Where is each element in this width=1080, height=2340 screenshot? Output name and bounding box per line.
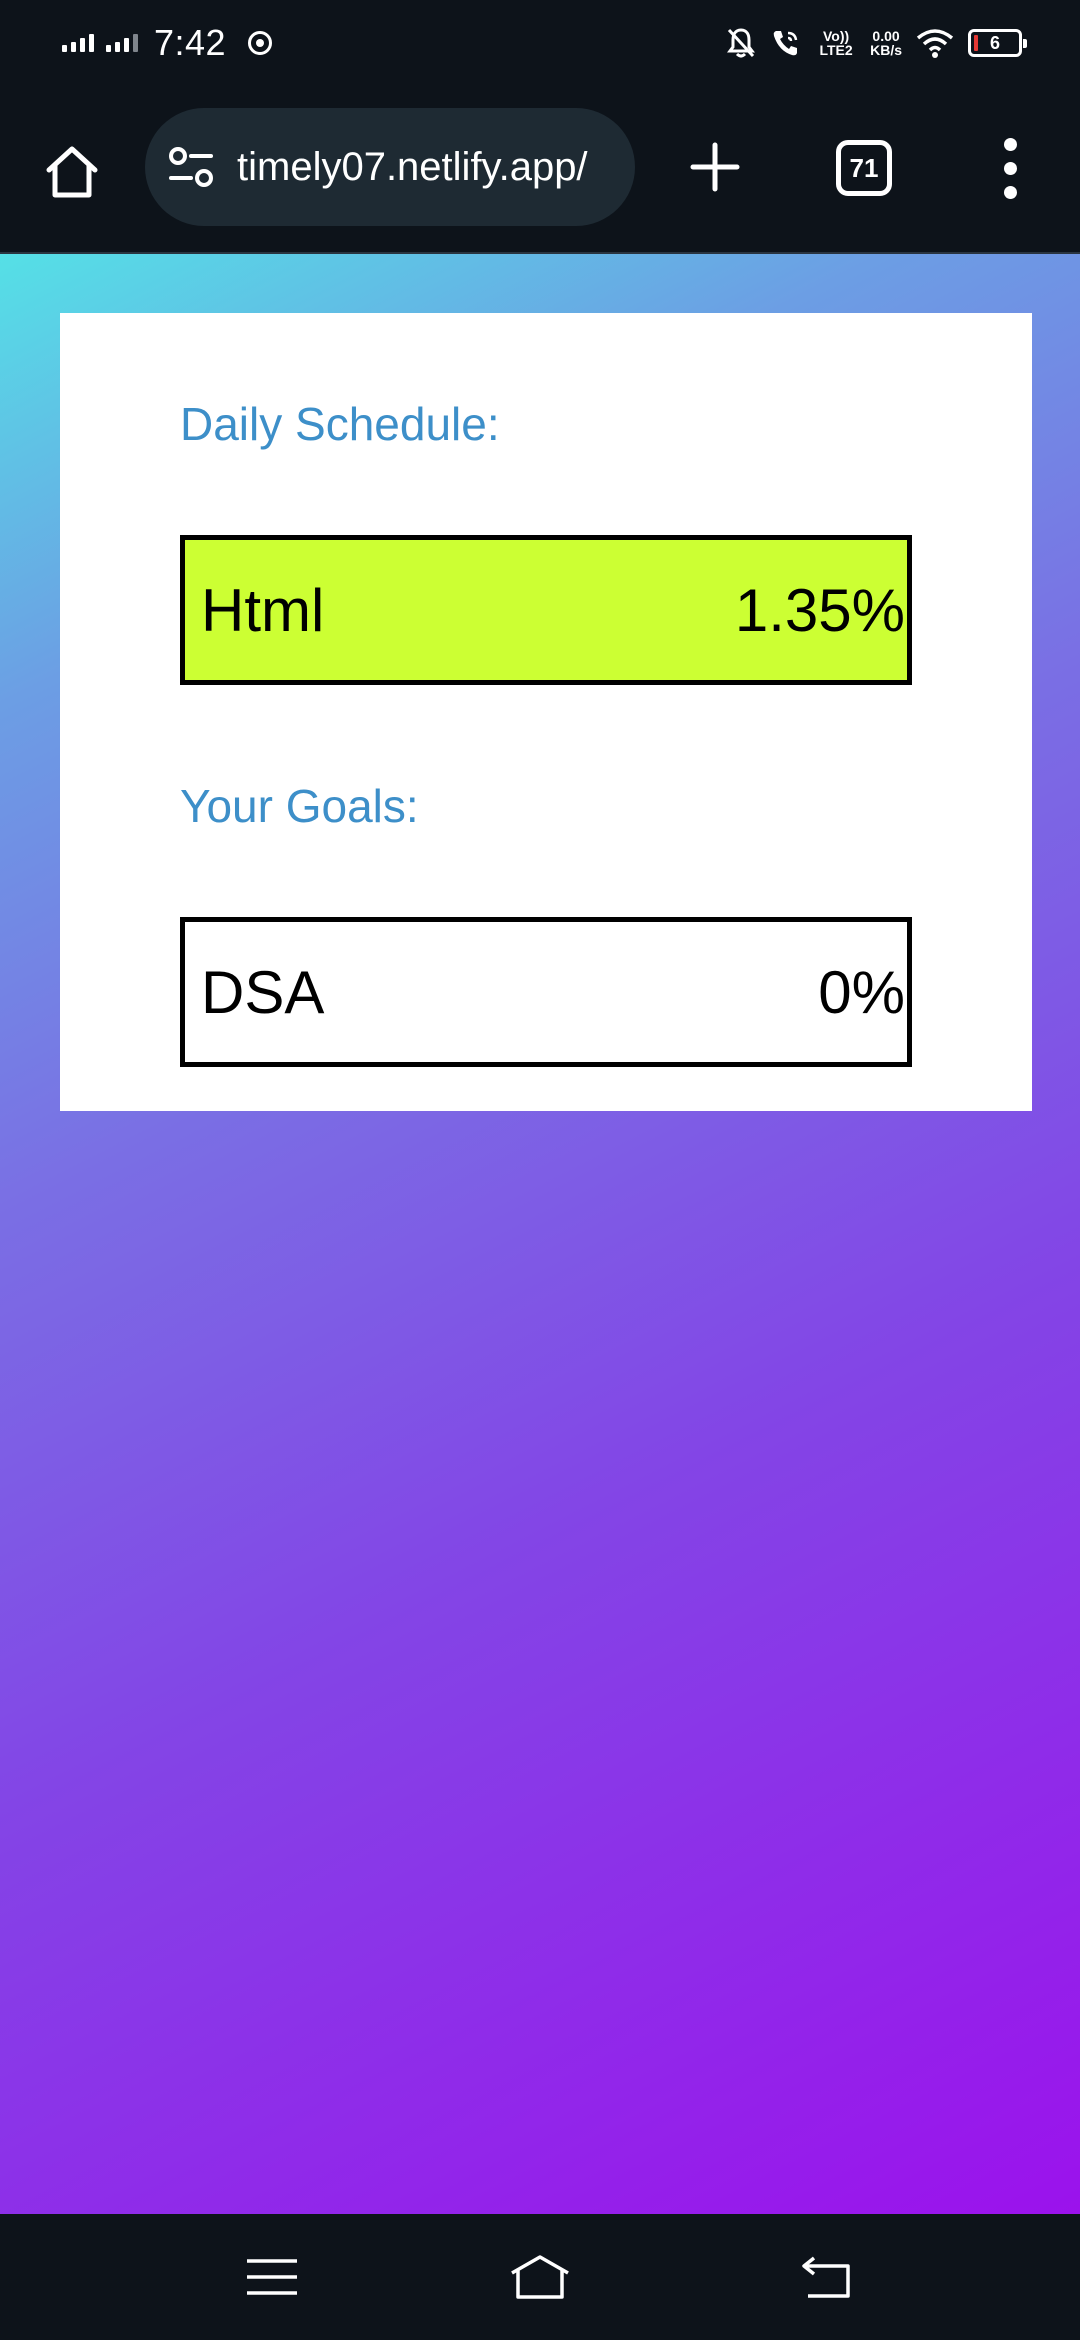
more-menu-button[interactable] — [990, 132, 1030, 204]
web-page[interactable]: Daily Schedule: Html 1.35% Your Goals: D… — [0, 254, 1080, 2214]
goal-item-percent: 0% — [818, 958, 905, 1026]
schedule-item-percent: 1.35% — [734, 576, 905, 644]
timely-card: Daily Schedule: Html 1.35% Your Goals: D… — [60, 313, 1032, 1111]
status-left: 7:42 — [62, 18, 273, 68]
goal-item-name: DSA — [201, 958, 325, 1026]
recent-apps-icon — [247, 2259, 297, 2295]
back-button[interactable] — [786, 2242, 866, 2312]
signal-sim2-icon — [106, 34, 138, 52]
plus-icon — [690, 142, 740, 192]
tab-switcher-button[interactable]: 71 — [836, 140, 892, 196]
goal-item-dsa[interactable]: DSA 0% — [180, 917, 912, 1067]
more-vertical-icon-dot — [1003, 161, 1017, 175]
signal-sim1-icon — [62, 34, 94, 52]
url-text[interactable]: timely07.netlify.app/ — [237, 145, 588, 190]
site-settings-icon[interactable] — [167, 145, 215, 189]
daily-schedule-heading: Daily Schedule: — [180, 398, 500, 450]
status-right: Vo)) LTE2 0.00 KB/s 6 — [726, 20, 1027, 66]
tab-count: 71 — [849, 152, 879, 183]
address-bar[interactable]: timely07.netlify.app/ — [145, 108, 635, 226]
wifi-call-icon — [773, 31, 798, 56]
net-speed-unit: KB/s — [870, 42, 902, 58]
recent-apps-button[interactable] — [232, 2242, 312, 2312]
home-icon — [46, 146, 98, 198]
sync-icon — [248, 31, 273, 55]
nav-home-button[interactable] — [500, 2242, 580, 2312]
more-vertical-icon — [1003, 137, 1017, 151]
net-speed: 0.00 KB/s — [870, 29, 902, 57]
browser-toolbar: timely07.netlify.app/ 71 — [0, 86, 1080, 254]
volte-indicator: Vo)) LTE2 — [819, 28, 853, 58]
more-vertical-icon-dot — [1003, 185, 1017, 199]
system-nav-bar — [0, 2214, 1080, 2340]
status-clock: 7:42 — [154, 22, 227, 63]
battery-icon: 6 — [968, 29, 1027, 57]
your-goals-heading: Your Goals: — [180, 780, 419, 832]
status-bar: 7:42 Vo)) LTE2 0.00 KB/s 6 — [0, 0, 1080, 86]
new-tab-button[interactable] — [680, 132, 750, 202]
nav-home-icon — [511, 2255, 569, 2299]
schedule-item-name: Html — [201, 576, 325, 644]
wifi-icon — [916, 29, 954, 58]
schedule-item-html[interactable]: Html 1.35% — [180, 535, 912, 685]
battery-level: 6 — [989, 32, 1000, 53]
home-button[interactable] — [36, 136, 108, 208]
back-icon — [802, 2256, 850, 2298]
bell-off-icon — [727, 28, 756, 58]
